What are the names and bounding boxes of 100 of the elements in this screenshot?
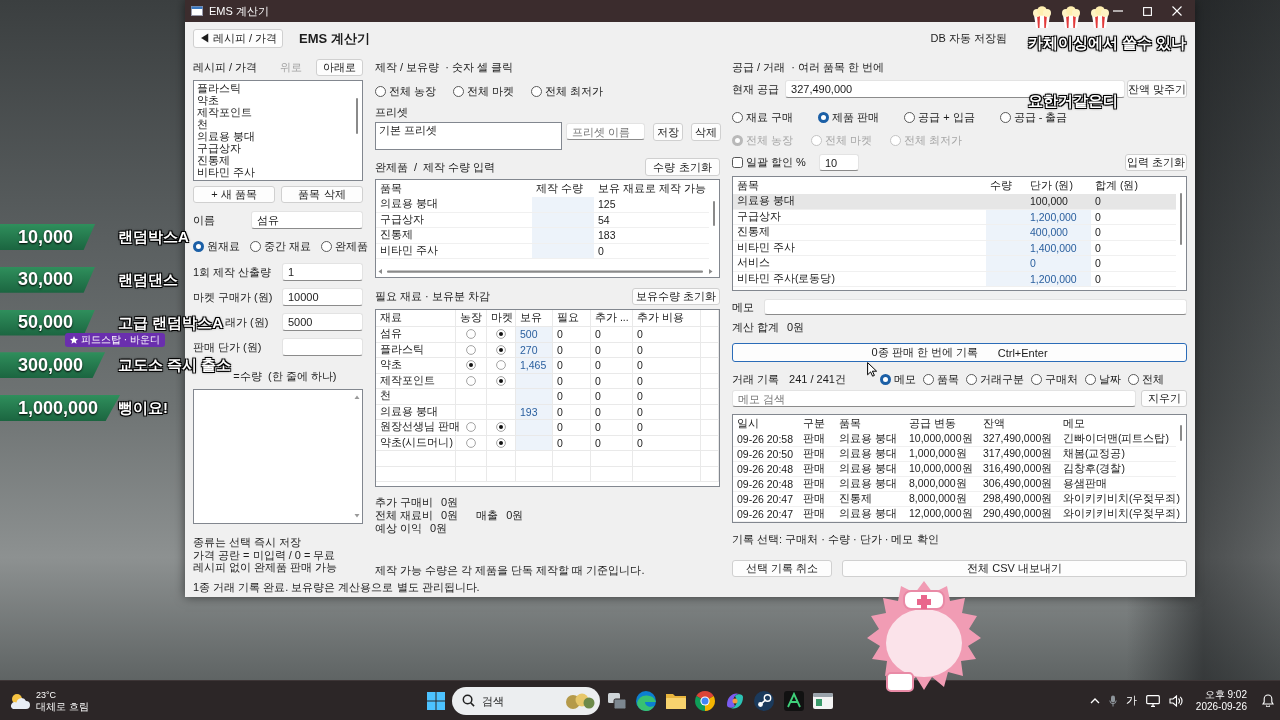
recipe-list[interactable]: 플라스틱 약초 제작포인트 천 의료용 붕대 구급상자 진통제 비타민 주사 bbox=[193, 80, 363, 181]
radio-button[interactable] bbox=[466, 422, 476, 433]
radio-button[interactable] bbox=[496, 344, 506, 355]
input-field[interactable]: 5000 bbox=[282, 313, 363, 331]
search-input[interactable]: 검색 bbox=[481, 692, 562, 709]
search-bar[interactable]: 검색 bbox=[451, 686, 600, 715]
ingredients-field[interactable] bbox=[193, 389, 363, 524]
preset-button[interactable]: 삭제 bbox=[691, 123, 721, 141]
speaker-icon[interactable] bbox=[1168, 694, 1183, 707]
circle-logo-icon[interactable] bbox=[694, 689, 717, 712]
maximize-icon[interactable] bbox=[1143, 6, 1152, 16]
list-item[interactable]: 플라스틱 bbox=[197, 82, 349, 94]
preset-button[interactable]: 저장 bbox=[653, 123, 683, 141]
radio-button[interactable] bbox=[466, 344, 476, 355]
filter-radio[interactable]: 전체 bbox=[1128, 372, 1164, 386]
input-method-indicator[interactable]: 가 bbox=[1125, 693, 1137, 708]
list-item[interactable]: 구급상자 bbox=[197, 142, 349, 154]
table-cell-text: 판매 bbox=[802, 432, 826, 446]
input-field[interactable]: 1 bbox=[282, 263, 363, 281]
history-button[interactable]: 선택 기록 취소 bbox=[732, 560, 832, 577]
balance-button[interactable]: 잔액 맞주기 bbox=[1127, 80, 1187, 98]
preset-name-field[interactable]: 프리셋 이름 bbox=[566, 123, 645, 140]
popcorn-icon bbox=[1059, 5, 1083, 29]
weather-temperature[interactable]: 23°C bbox=[36, 689, 89, 701]
reset-button[interactable]: 입력 초기화 bbox=[1125, 154, 1187, 171]
note-text: 레시피 없이 완제품 판매 가능 bbox=[193, 561, 339, 575]
back-button[interactable]: ◀ 레시피 / 가격 bbox=[193, 29, 283, 48]
list-item[interactable]: 천 bbox=[197, 118, 349, 130]
record-button[interactable]: 0종 판매 한 번에 기록 Ctrl+Enter bbox=[732, 343, 1187, 362]
notification-icon[interactable] bbox=[1262, 694, 1274, 707]
section-title: 레시피 / 가격 bbox=[193, 60, 258, 75]
type-radio[interactable]: 중간 재료 bbox=[250, 240, 312, 253]
field-label: 래가 (원) bbox=[225, 314, 269, 330]
radio-button[interactable] bbox=[466, 360, 476, 371]
mode-radio[interactable]: 재료 구매 bbox=[732, 111, 794, 124]
mode-radio[interactable]: 제품 판매 bbox=[818, 111, 880, 124]
list-item[interactable]: 기본 프리셋 bbox=[379, 124, 558, 136]
mode-radio[interactable]: 공급 - 출금 bbox=[999, 111, 1068, 124]
app-tile-icon[interactable] bbox=[782, 689, 805, 712]
radio-button[interactable] bbox=[496, 422, 506, 433]
source-radio[interactable]: 전체 마켓 bbox=[453, 85, 515, 98]
browser-icon[interactable] bbox=[635, 689, 658, 712]
table-cell-text: 비타민 주사(로동당) bbox=[736, 271, 836, 286]
filter-radio[interactable]: 날짜 bbox=[1085, 372, 1121, 386]
weather-condition[interactable]: 대체로 흐림 bbox=[36, 700, 89, 712]
microphone-icon[interactable] bbox=[1108, 694, 1117, 707]
list-action-button[interactable]: + 새 품목 bbox=[193, 186, 275, 203]
column-header: 메모 bbox=[1062, 415, 1086, 431]
type-radio[interactable]: 원재료 bbox=[193, 240, 240, 253]
table-cell: 0 bbox=[553, 373, 591, 388]
clock-time[interactable]: 오후 9:02 bbox=[1204, 688, 1247, 701]
preset-list[interactable]: 기본 프리셋 bbox=[375, 122, 562, 150]
filter-radio[interactable]: 메모 bbox=[880, 372, 916, 386]
discount-field[interactable]: 10 bbox=[818, 154, 859, 171]
start-icon[interactable] bbox=[426, 691, 445, 710]
filter-radio[interactable]: 거래구분 bbox=[966, 372, 1024, 386]
source-radio[interactable]: 전체 최저가 bbox=[531, 85, 604, 98]
monitor-icon[interactable] bbox=[1145, 694, 1160, 707]
list-item[interactable]: 진통제 bbox=[197, 154, 349, 166]
launcher-logo-icon[interactable] bbox=[753, 689, 776, 712]
reset-button[interactable]: 수량 초기화 bbox=[645, 158, 720, 176]
search-field[interactable]: 메모 검색 bbox=[732, 390, 1136, 407]
list-item[interactable]: 의료용 붕대 bbox=[197, 130, 349, 142]
radio-button[interactable] bbox=[496, 360, 506, 371]
list-item[interactable]: 약초 bbox=[197, 94, 349, 106]
section-title: 거래 기록 bbox=[732, 371, 780, 387]
radio-button[interactable] bbox=[466, 375, 476, 386]
column-header: 공급 변동 bbox=[908, 415, 957, 431]
name-field[interactable]: 섬유 bbox=[251, 211, 363, 229]
input-field[interactable] bbox=[282, 338, 363, 356]
move-button[interactable]: 아래로 bbox=[316, 59, 363, 76]
radio-button[interactable] bbox=[466, 329, 476, 340]
discount-checkbox[interactable]: 일괄 할인 % bbox=[732, 156, 806, 169]
filter-radio[interactable]: 구매처 bbox=[1031, 372, 1078, 386]
chevron-up-icon[interactable] bbox=[1089, 697, 1100, 704]
radio-button[interactable] bbox=[496, 375, 506, 386]
search-icon bbox=[461, 694, 475, 707]
mode-radio[interactable]: 공급 + 입금 bbox=[904, 111, 975, 124]
clock-date[interactable]: 2026-09-26 bbox=[1195, 700, 1247, 713]
section-title: 완제품 / 제작 수량 입력 bbox=[375, 159, 496, 175]
filter-radio[interactable]: 품목 bbox=[923, 372, 959, 386]
radio-button[interactable] bbox=[466, 437, 476, 448]
donation-label: 랜덤댄스 bbox=[118, 270, 178, 289]
reset-button[interactable]: 보유수량 초기화 bbox=[632, 288, 720, 305]
table-cell: 500 bbox=[516, 327, 553, 342]
column-header: 단가 (원) bbox=[1029, 177, 1074, 193]
radio-button[interactable] bbox=[496, 329, 506, 340]
total-value: 0원 bbox=[441, 508, 459, 523]
type-radio[interactable]: 완제품 bbox=[321, 240, 369, 253]
radio-button[interactable] bbox=[496, 437, 506, 448]
input-field[interactable]: 10000 bbox=[282, 288, 363, 306]
memo-field[interactable] bbox=[764, 299, 1187, 315]
clear-button[interactable]: 지우기 bbox=[1141, 390, 1187, 407]
history-button[interactable]: 전체 CSV 내보내기 bbox=[842, 560, 1187, 577]
list-item[interactable]: 비타민 주사 bbox=[197, 166, 349, 178]
list-item[interactable]: 제작포인트 bbox=[197, 106, 349, 118]
note-text: 가격 공란 = 미입력 / 0 = 무료 bbox=[193, 548, 337, 562]
list-action-button[interactable]: 품목 삭제 bbox=[281, 186, 363, 203]
source-radio[interactable]: 전체 농장 bbox=[375, 85, 437, 98]
close-icon[interactable] bbox=[1172, 6, 1182, 16]
